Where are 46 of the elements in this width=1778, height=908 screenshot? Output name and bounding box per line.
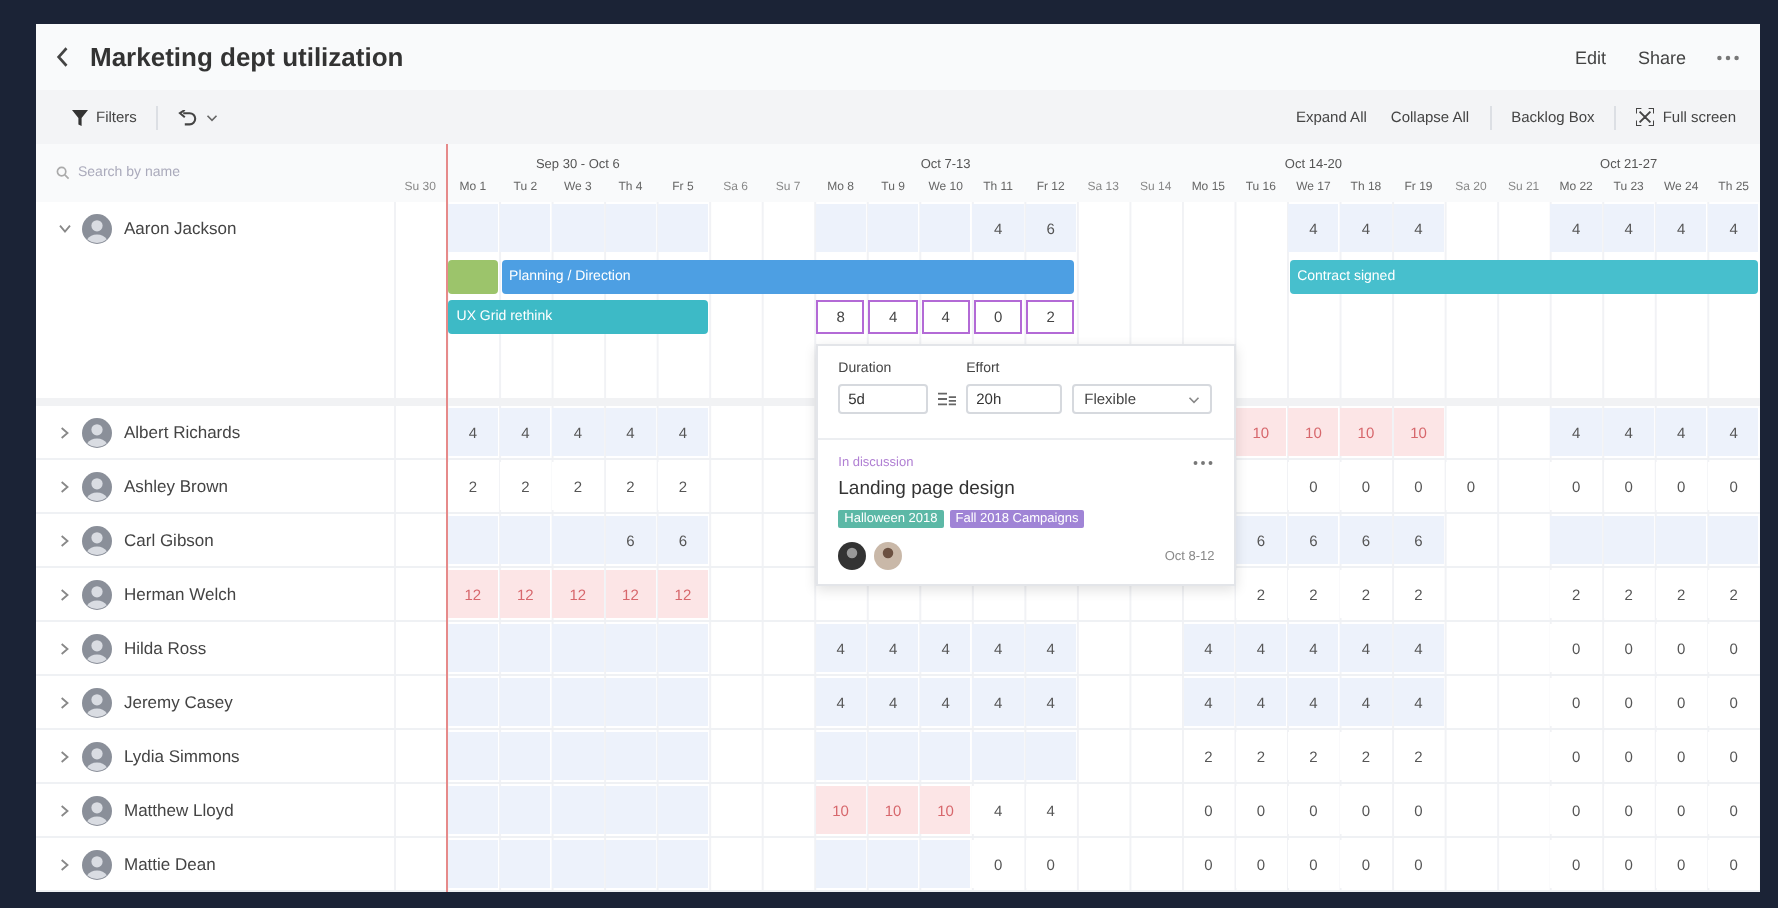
chevron-icon[interactable] (60, 533, 70, 547)
person-name[interactable]: Carl Gibson (124, 530, 214, 550)
person-name[interactable]: Albert Richards (124, 422, 241, 442)
avatar-icon (82, 741, 112, 771)
person-name[interactable]: Herman Welch (124, 584, 237, 604)
avatar-icon (82, 471, 112, 501)
avatar-icon (82, 579, 112, 609)
page-title: Marketing dept utilization (90, 42, 404, 72)
avatar-icon (82, 795, 112, 825)
chevron-icon[interactable] (60, 695, 70, 709)
person-name[interactable]: Mattie Dean (124, 854, 216, 874)
chevron-icon[interactable] (60, 641, 70, 655)
chevron-icon[interactable] (60, 803, 70, 817)
back-icon[interactable] (56, 46, 70, 68)
chevron-icon[interactable] (60, 425, 70, 439)
caret-icon (206, 113, 219, 121)
avatar-icon (82, 417, 112, 447)
avatar-icon (874, 542, 903, 570)
avatar-icon (838, 542, 867, 570)
person-name[interactable]: Aaron Jackson (124, 218, 237, 238)
avatar-icon (82, 525, 112, 555)
avatar-icon (82, 633, 112, 663)
header-action[interactable]: Edit (1568, 43, 1612, 71)
chevron-icon[interactable] (60, 587, 70, 601)
avatar-icon (82, 687, 112, 717)
more-icon[interactable] (1192, 460, 1215, 466)
caret-icon (1188, 395, 1201, 403)
filter-icon (72, 109, 88, 125)
fullscreen-icon (1636, 108, 1655, 126)
chevron-icon[interactable] (58, 223, 72, 233)
task-title: Landing page design (838, 478, 1017, 500)
chevron-icon[interactable] (60, 479, 70, 493)
chevron-icon[interactable] (60, 857, 70, 871)
more-icon[interactable] (1716, 53, 1740, 61)
person-name[interactable]: Jeremy Casey (124, 692, 233, 712)
person-name[interactable]: Lydia Simmons (124, 746, 240, 766)
avatar-icon (82, 849, 112, 879)
search-icon (56, 166, 70, 180)
undo-icon (178, 109, 199, 125)
person-name[interactable]: Matthew Lloyd (124, 800, 234, 820)
person-name[interactable]: Hilda Ross (124, 638, 207, 658)
chevron-icon[interactable] (60, 749, 70, 763)
undo-button[interactable] (174, 105, 223, 129)
avatar-icon (82, 213, 112, 243)
person-name[interactable]: Ashley Brown (124, 476, 228, 496)
header-action[interactable]: Share (1631, 43, 1692, 71)
